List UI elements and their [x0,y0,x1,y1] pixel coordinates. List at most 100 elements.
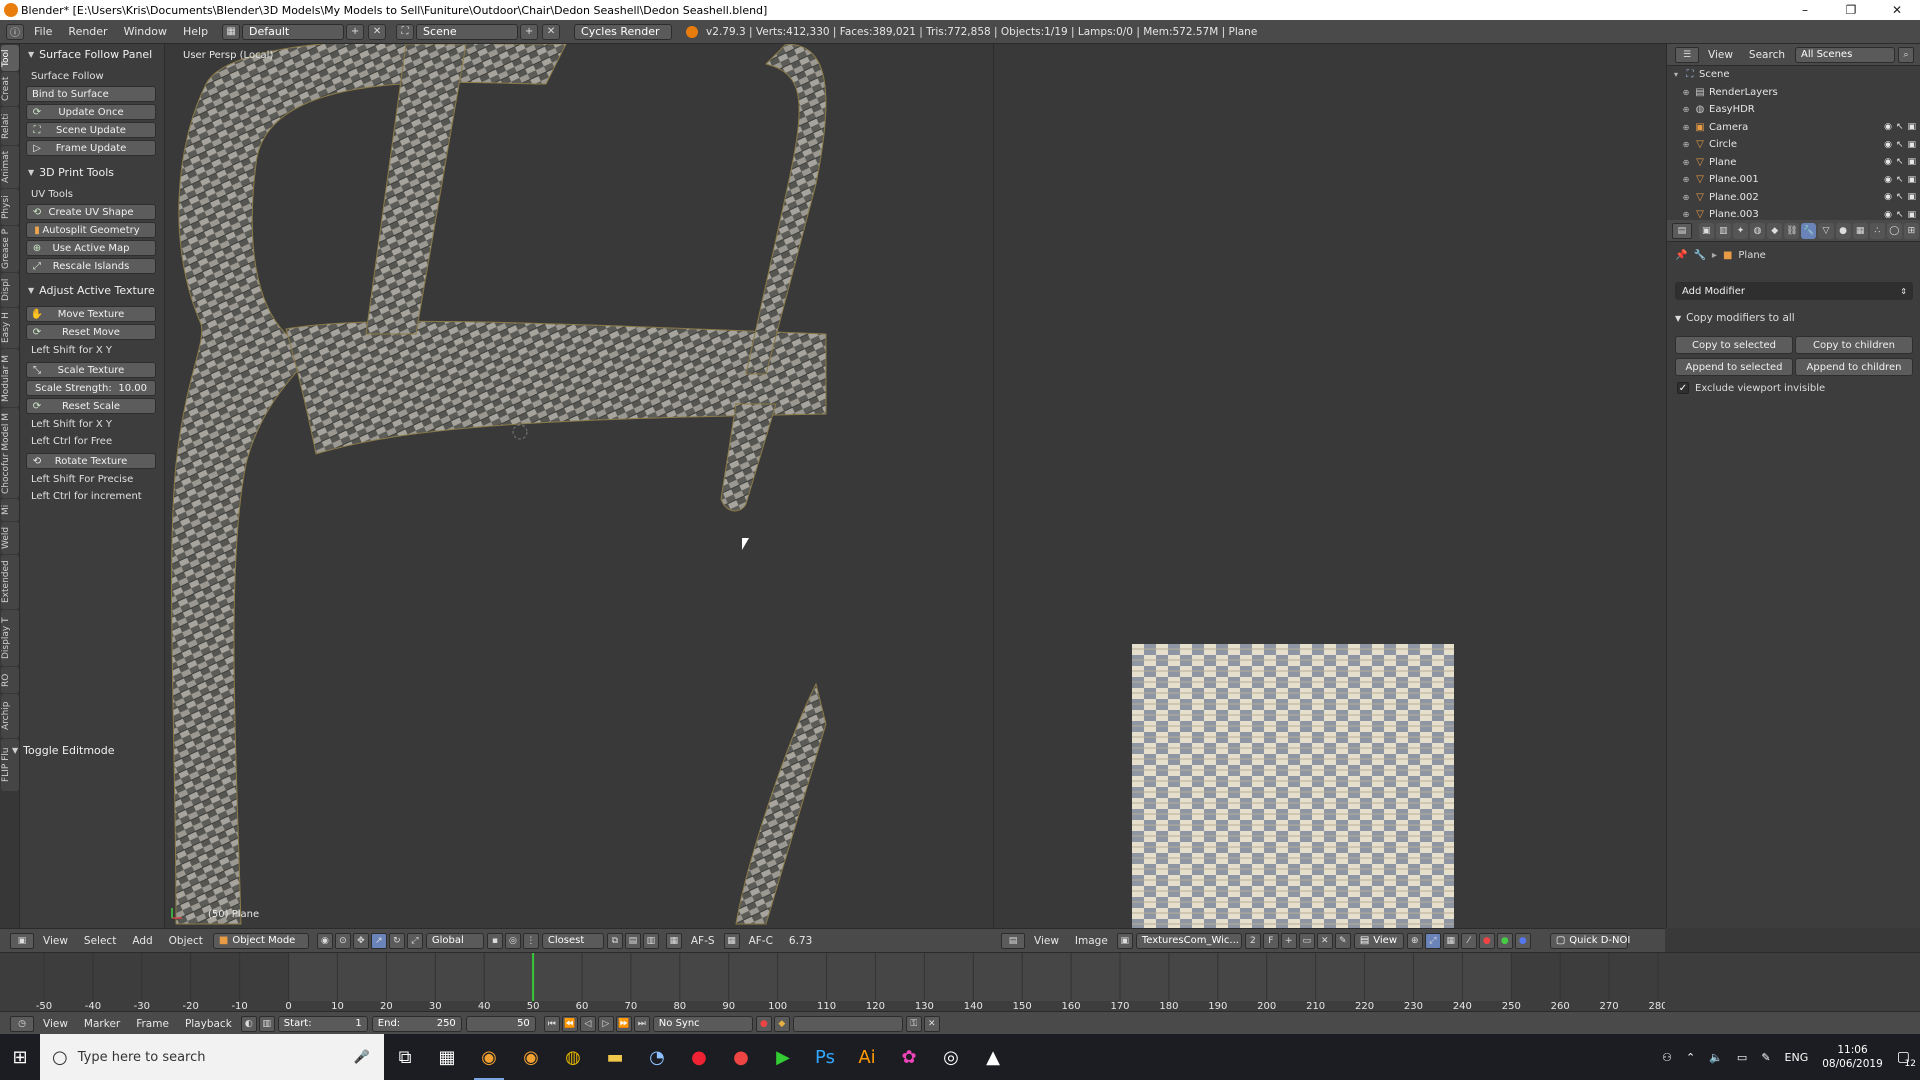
jump-end-icon[interactable]: ⏭ [633,1015,650,1032]
expand-toggle-icon[interactable]: ⊕ [1681,158,1691,167]
insert-keyframe-icon[interactable]: ⚿ [905,1015,922,1032]
scene-field[interactable]: Scene [416,23,519,40]
editor-type-icon[interactable]: ⓘ [6,23,24,40]
chrome-icon[interactable]: ◍ [552,1034,594,1080]
render-icon[interactable]: ▣ [1907,192,1916,202]
play-reverse-icon[interactable]: ◁ [579,1015,596,1032]
object-tab-icon[interactable]: ◆ [1767,222,1783,239]
af-c-label[interactable]: AF-C [741,935,781,947]
update-once-button[interactable]: ⟳ Update Once [26,104,156,120]
eye-icon[interactable]: ◉ [1884,192,1892,202]
rotate-texture-button[interactable]: ⟲ Rotate Texture [26,453,156,469]
eye-icon[interactable]: ◉ [1884,140,1892,150]
af-c-icon[interactable]: ▦ [723,932,740,949]
image-name-field[interactable]: TexturesCom_Wic... [1135,932,1242,949]
print-tools-panel-header[interactable]: ▼ 3D Print Tools [20,162,164,182]
record-icon[interactable]: ● [755,1015,772,1032]
expand-toggle-icon[interactable]: ⊕ [1681,175,1691,184]
image-browse-icon[interactable]: ▣ [1116,932,1133,949]
data-tab-icon[interactable]: ▽ [1818,222,1834,239]
expand-toggle-icon[interactable]: ⊕ [1681,88,1691,97]
reset-move-button[interactable]: ⟳ Reset Move [26,324,156,340]
preview-range-icon[interactable]: ◐ [240,1015,257,1032]
constraints-tab-icon[interactable]: ⛓ [1784,222,1800,239]
add-modifier-dropdown[interactable]: Add Modifier ⇕ [1675,282,1913,300]
eye-icon[interactable]: ◉ [1884,175,1892,185]
jump-keyframe-forward-icon[interactable]: ⏩ [615,1015,632,1032]
outliner-item[interactable]: ⊕ ▤ RenderLayers [1667,84,1920,102]
cursor-select-icon[interactable]: ↖ [1896,140,1904,150]
outliner-item[interactable]: ⊕ ◍ EasyHDR [1667,101,1920,119]
manipulator-icon[interactable]: ✥ [352,932,369,949]
layer-icon[interactable]: ▪ [486,932,503,949]
search-icon[interactable]: ⌕ [1898,46,1914,63]
remove-scene-icon[interactable]: ✕ [542,23,561,40]
copy-to-selected-button[interactable]: Copy to selected [1675,336,1793,354]
surface-follow-panel-header[interactable]: ▼ Surface Follow Panel [20,44,164,64]
tab-display-tools[interactable]: Display T [1,610,19,666]
viewport-menu-select[interactable]: Select [76,935,124,947]
play-icon[interactable]: ▷ [597,1015,614,1032]
render-engine-dropdown[interactable]: Cycles Render [574,23,673,40]
language-indicator[interactable]: ENG [1785,1051,1809,1064]
uv-menu-view[interactable]: View [1026,935,1067,947]
scene-icon[interactable]: ⛶ [396,23,415,40]
volume-icon[interactable]: 🔈 [1709,1051,1723,1064]
outliner-item[interactable]: ⊕ ▣ Camera ◉ ↖ ▣ [1667,119,1920,137]
eye-icon[interactable]: ◉ [1884,122,1892,132]
scale-manip-icon[interactable]: ⤢ [406,932,423,949]
outliner-menu-search[interactable]: Search [1741,49,1793,61]
render-tab-icon[interactable]: ▣ [1698,222,1714,239]
pen-icon[interactable]: ✎ [1761,1051,1770,1064]
unlink-image-icon[interactable]: ✕ [1316,932,1333,949]
eye-icon[interactable]: ◉ [1884,157,1892,167]
tab-weld[interactable]: Weld [1,522,19,554]
snap-target-dropdown[interactable]: Closest [541,932,604,949]
tab-modular[interactable]: Modular M [1,349,19,407]
expand-toggle-icon[interactable]: ▾ [1671,70,1681,79]
timeline-track[interactable]: -50 -40 -30 -20 -10 0 10 20 30 40 50 60 70 80 90 100 110… [0,953,1665,1011]
tab-ro[interactable]: RO [1,667,19,693]
autosplit-geometry-button[interactable]: ▮ Autosplit Geometry [26,222,156,238]
clock[interactable]: 11:06 08/06/2019 [1822,1043,1883,1071]
camera-app-icon[interactable]: ◎ [930,1034,972,1080]
viewport-menu-view[interactable]: View [35,935,76,947]
orientation-dropdown[interactable]: Global [425,932,484,949]
tab-animation[interactable]: Animat [1,146,19,188]
eye-icon[interactable]: ◉ [1884,210,1892,220]
menu-window[interactable]: Window [116,20,175,44]
editor-type-icon[interactable]: ◷ [10,1015,34,1032]
add-layout-icon[interactable]: + [346,23,365,40]
illustrator-icon[interactable]: Ai [846,1034,888,1080]
delete-keyframe-icon[interactable]: ✕ [923,1015,940,1032]
keying-set-field[interactable] [792,1015,903,1032]
current-frame-field[interactable]: 50 [465,1015,536,1032]
particles-tab-icon[interactable]: ∴ [1869,222,1885,239]
frame-end-field[interactable]: End: 250 [371,1015,462,1032]
use-preview-icon[interactable]: ▥ [258,1015,275,1032]
outliner-filter-dropdown[interactable]: All Scenes [1795,46,1895,63]
app-red-alt-icon[interactable]: ● [720,1034,762,1080]
render-icon[interactable]: ▣ [1907,140,1916,150]
scene-update-button[interactable]: ⛶ Scene Update [26,122,156,138]
shading-icon[interactable]: ◉ [316,932,333,949]
move-texture-button[interactable]: ✋ Move Texture [26,306,156,322]
rescale-islands-button[interactable]: ⤢ Rescale Islands [26,258,156,274]
render-layers-tab-icon[interactable]: ▥ [1715,222,1731,239]
3d-viewport[interactable]: User Persp (Local) (50) Plane [166,44,991,928]
quick-denoise-button[interactable]: ▢ Quick D-NOI [1549,932,1630,949]
render-camera-icon[interactable]: ▥ [642,932,659,949]
expand-toggle-icon[interactable]: ⊕ [1681,210,1691,219]
color-app-icon[interactable]: ✿ [888,1034,930,1080]
focus-value[interactable]: 6.73 [781,935,820,947]
modifiers-tab-icon[interactable]: 🔧 [1801,222,1817,239]
brush-icon[interactable]: ⁄ [1460,932,1477,949]
blue-channel-icon[interactable]: ● [1514,932,1531,949]
outliner-item[interactable]: ⊕ ▽ Plane.001 ◉ ↖ ▣ [1667,171,1920,189]
red-channel-icon[interactable]: ● [1478,932,1495,949]
menu-render[interactable]: Render [60,20,115,44]
render-preview-icon[interactable]: ▤ [624,932,641,949]
adjust-texture-panel-header[interactable]: ▼ Adjust Active Texture [20,280,164,300]
tab-archipack[interactable]: Archip [1,694,19,738]
viewport-menu-object[interactable]: Object [161,935,211,947]
